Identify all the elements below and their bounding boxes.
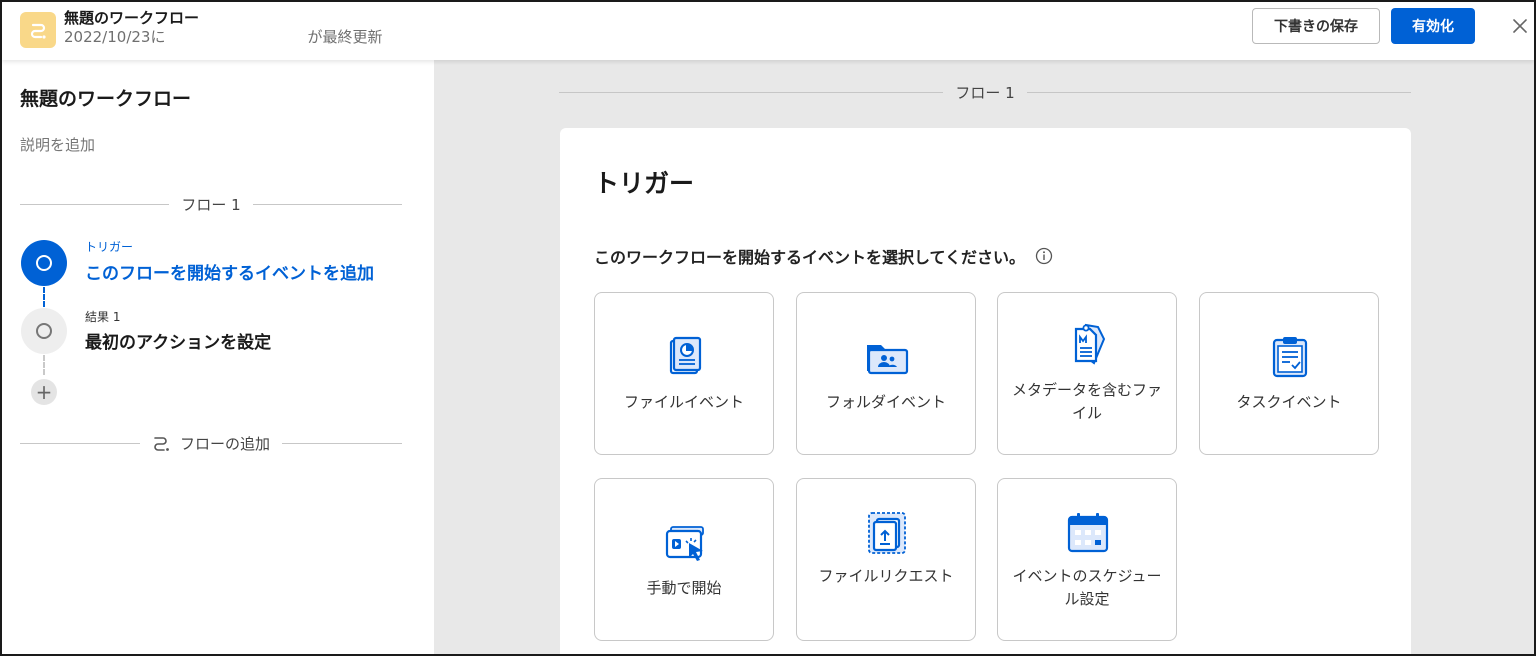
close-icon[interactable] xyxy=(1508,14,1532,38)
trigger-card: トリガー このワークフローを開始するイベントを選択してください。 ファイルイベン… xyxy=(560,128,1411,654)
card-prompt: このワークフローを開始するイベントを選択してください。 xyxy=(594,244,1053,268)
sidebar-workflow-title[interactable]: 無題のワークフロー xyxy=(20,84,191,111)
save-draft-button[interactable]: 下書きの保存 xyxy=(1252,8,1380,44)
flow-label: フロー 1 xyxy=(181,195,241,214)
last-updated: 2022/10/23に が最終更新 xyxy=(64,26,382,47)
result-step-caption: 結果 1 xyxy=(85,310,121,324)
main-flow-label: フロー 1 xyxy=(955,83,1015,102)
tile-label: メタデータを含むファイル xyxy=(1011,381,1162,422)
tile-label: 手動で開始 xyxy=(646,579,722,597)
app-window: 無題のワークフロー 2022/10/23に が最終更新 下書きの保存 有効化 無題… xyxy=(0,0,1536,656)
tile-file-request[interactable]: ファイルリクエスト xyxy=(796,478,976,641)
trigger-step-icon[interactable] xyxy=(21,240,67,286)
task-event-icon xyxy=(1272,337,1308,378)
schedule-event-icon xyxy=(1067,513,1109,553)
trigger-step-caption: トリガー xyxy=(85,240,134,254)
tile-file-event[interactable]: ファイルイベント xyxy=(594,292,774,455)
add-flow-label: フローの追加 xyxy=(180,434,271,453)
metadata-file-icon xyxy=(1074,323,1106,365)
tile-folder-event[interactable]: フォルダイベント xyxy=(796,292,976,455)
file-request-icon xyxy=(868,512,906,554)
step-connector xyxy=(43,355,45,375)
tile-task-event[interactable]: タスクイベント xyxy=(1199,292,1379,455)
tile-metadata-file[interactable]: メタデータを含むファイル xyxy=(997,292,1177,455)
tile-label: タスクイベント xyxy=(1236,393,1342,411)
add-flow-divider: フローの追加 xyxy=(20,433,403,454)
trigger-step-label[interactable]: このフローを開始するイベントを追加 xyxy=(85,259,374,284)
updated-date: 2022/10/23に xyxy=(64,28,166,46)
add-step-button[interactable]: + xyxy=(31,379,57,405)
main-flow-divider: フロー 1 xyxy=(559,82,1411,102)
tile-label: ファイルリクエスト xyxy=(818,567,954,585)
card-title: トリガー xyxy=(594,169,695,198)
top-header: 無題のワークフロー 2022/10/23に が最終更新 下書きの保存 有効化 xyxy=(2,2,1534,60)
file-event-icon xyxy=(669,336,702,375)
tile-schedule-event[interactable]: イベントのスケジュール設定 xyxy=(997,478,1177,641)
tile-label: フォルダイベント xyxy=(825,393,946,411)
tile-manual-start[interactable]: 手動で開始 xyxy=(594,478,774,641)
flow-divider: フロー 1 xyxy=(20,194,402,214)
add-flow-icon xyxy=(154,437,169,451)
workflow-icon xyxy=(20,12,56,48)
updated-suffix: が最終更新 xyxy=(307,28,383,46)
add-description[interactable]: 説明を追加 xyxy=(20,134,95,155)
step-connector xyxy=(43,287,45,307)
info-icon[interactable] xyxy=(1035,247,1053,265)
enable-button[interactable]: 有効化 xyxy=(1391,8,1475,44)
sidebar: 無題のワークフロー 説明を追加 フロー 1 トリガー このフローを開始するイベン… xyxy=(2,60,434,654)
folder-event-icon xyxy=(867,345,909,375)
tile-label: ファイルイベント xyxy=(623,393,744,411)
tile-label: イベントのスケジュール設定 xyxy=(1012,567,1162,608)
result-step-label[interactable]: 最初のアクションを設定 xyxy=(85,328,271,353)
workflow-title: 無題のワークフロー xyxy=(64,9,200,27)
add-flow-button[interactable]: フローの追加 xyxy=(140,433,282,454)
manual-start-icon xyxy=(665,526,704,561)
main-canvas: フロー 1 トリガー このワークフローを開始するイベントを選択してください。 フ… xyxy=(434,60,1534,654)
result-step-icon[interactable] xyxy=(21,308,67,354)
prompt-text: このワークフローを開始するイベントを選択してください。 xyxy=(594,248,1026,267)
